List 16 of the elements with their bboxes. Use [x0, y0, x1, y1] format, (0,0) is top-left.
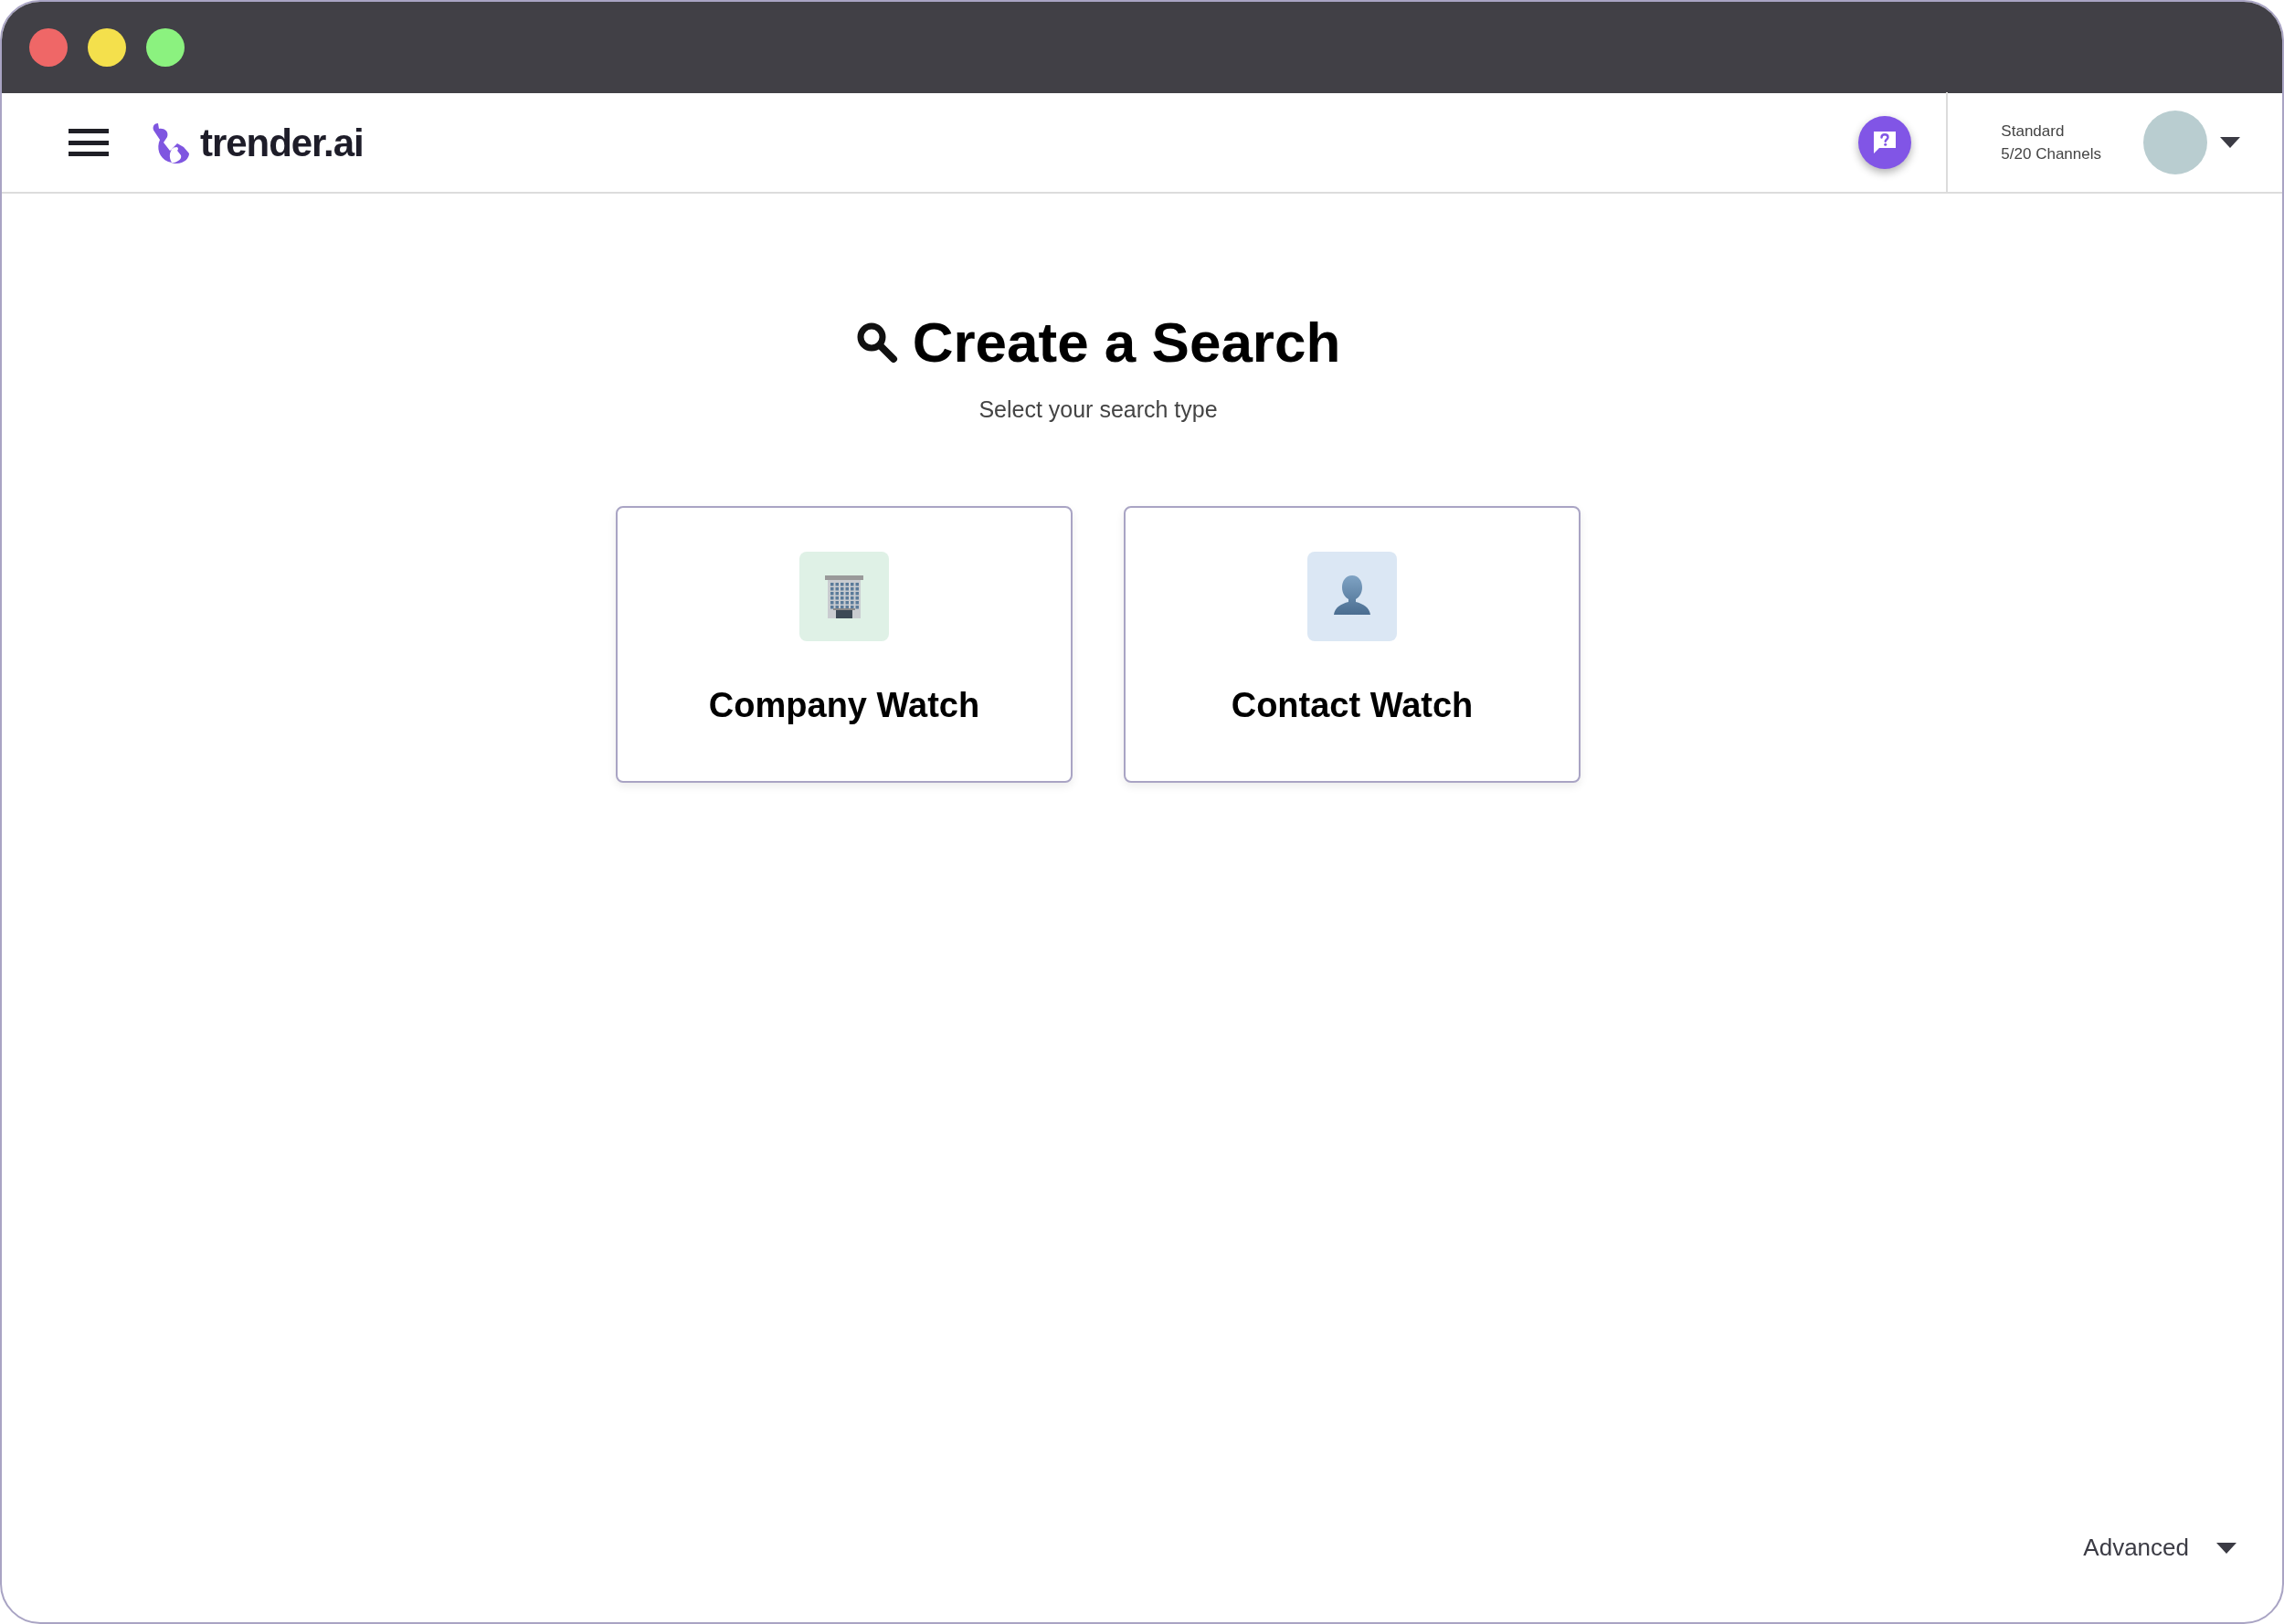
close-window-button[interactable]	[29, 28, 68, 67]
advanced-dropdown-button[interactable]: Advanced	[2083, 1530, 2189, 1566]
search-type-card[interactable]: Company Watch	[616, 505, 1073, 783]
plan-name: Standard	[2001, 121, 2066, 142]
advanced-caret-icon	[2216, 1542, 2236, 1554]
page-title: Create a Search	[912, 314, 1341, 371]
account-dropdown-caret-icon	[2220, 137, 2240, 148]
menu-icon[interactable]	[69, 129, 109, 156]
channel-usage: 5/20 Channels	[2001, 144, 2101, 164]
search-icon	[855, 322, 898, 364]
logo-text: trender.ai	[200, 120, 364, 166]
minimize-window-button[interactable]	[88, 28, 126, 67]
help-chat-button[interactable]	[1858, 116, 1912, 169]
page-subtitle: Select your search type	[978, 395, 1218, 424]
search-type-card[interactable]: Contact Watch	[1124, 505, 1581, 783]
maximize-window-button[interactable]	[146, 28, 185, 67]
